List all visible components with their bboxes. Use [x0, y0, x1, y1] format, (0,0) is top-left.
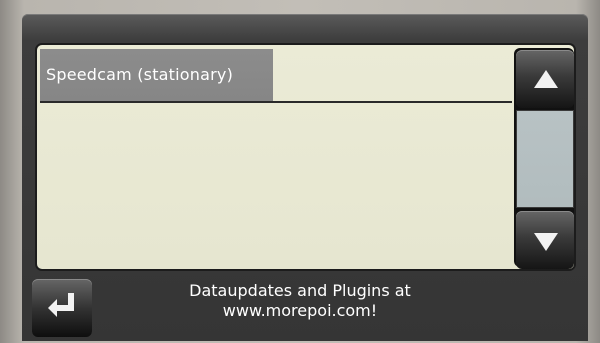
scrollbar	[514, 48, 574, 269]
return-arrow-icon	[48, 293, 74, 317]
poi-list: Speedcam (stationary)	[35, 43, 576, 271]
list-divider	[40, 101, 512, 103]
footer-line-1: Dataupdates and Plugins at	[189, 281, 411, 300]
scrollbar-track[interactable]	[516, 110, 574, 208]
back-button[interactable]	[32, 279, 92, 337]
triangle-down-icon	[534, 233, 558, 251]
triangle-up-icon	[534, 70, 558, 88]
footer-line-2: www.morepoi.com!	[222, 301, 378, 320]
list-item-label: Speedcam (stationary)	[46, 65, 234, 84]
scroll-up-button[interactable]	[516, 50, 574, 108]
list-item-speedcam-stationary[interactable]: Speedcam (stationary)	[40, 49, 273, 101]
scroll-down-button[interactable]	[516, 211, 574, 269]
footer-text: Dataupdates and Plugins at www.morepoi.c…	[100, 281, 500, 321]
